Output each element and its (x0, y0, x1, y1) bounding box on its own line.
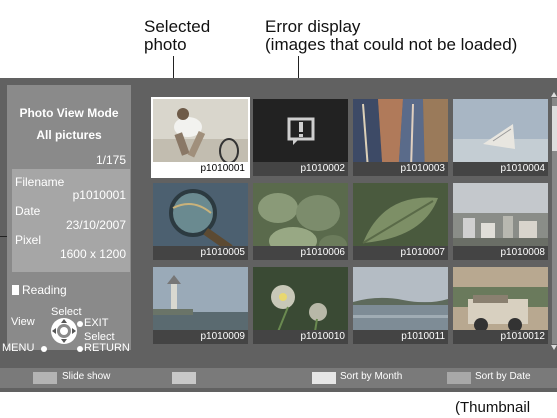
yellow-button-label: Sort by Date (475, 371, 531, 382)
mode-title: Photo View Mode (19, 106, 119, 120)
color-button-bar: Slide show Sort by Month Sort by Date (0, 368, 557, 388)
thumbnail-p1010002[interactable]: p1010002 (253, 99, 348, 176)
thumbnail-label: p1010003 (353, 162, 448, 176)
date-label: Date (15, 204, 41, 218)
thumbnail-p1010001[interactable]: p1010001 (151, 97, 250, 178)
thumbnail-label: p1010001 (153, 162, 248, 176)
return-dot-icon (77, 346, 83, 352)
thumbnail-p1010010[interactable]: p1010010 (253, 267, 348, 344)
red-swatch (172, 372, 196, 384)
thumbnail-p1010012[interactable]: p1010012 (453, 267, 548, 344)
thumbnail-label: p1010011 (353, 330, 448, 344)
blue-button-label: Slide show (62, 371, 111, 382)
thumbnail-label: p1010009 (153, 330, 248, 344)
scroll-down-arrow[interactable] (551, 345, 557, 350)
reading-icon (12, 285, 19, 295)
pixel-value: 1600 x 1200 (59, 247, 126, 261)
scroll-up-arrow[interactable] (551, 92, 557, 97)
photo-info-box: Filename p1010001 Date 23/10/2007 Pixel … (12, 169, 130, 272)
exit-hint: EXIT (84, 317, 109, 329)
photo-counter: 1/175 (95, 153, 126, 167)
return-hint: RETURN (84, 342, 130, 354)
reading-status: Reading (22, 283, 67, 297)
thumbnail-p1010008[interactable]: p1010008 (453, 183, 548, 260)
left-callout-line (0, 236, 7, 237)
info-sidebar: Photo View Mode All pictures 1/175 Filen… (2, 85, 131, 354)
dpad-icon (51, 318, 77, 344)
thumbnail-p1010009[interactable]: p1010009 (153, 267, 248, 344)
green-swatch (312, 372, 336, 384)
thumbnail-label: p1010002 (253, 162, 348, 176)
thumbnail-label: p1010008 (453, 246, 548, 260)
thumbnail-label: p1010005 (153, 246, 248, 260)
thumbnail-label: p1010004 (453, 162, 548, 176)
thumbnail-p1010011[interactable]: p1010011 (353, 267, 448, 344)
yellow-swatch (447, 372, 471, 384)
thumbnail-label: p1010006 (253, 246, 348, 260)
filename-label: Filename (15, 175, 65, 189)
pixel-label: Pixel (15, 233, 42, 247)
menu-hint: MENU (2, 342, 35, 354)
filter-title: All pictures (36, 128, 102, 142)
thumbnail-p1010003[interactable]: p1010003 (353, 99, 448, 176)
thumbnail-label: p1010012 (453, 330, 548, 344)
thumbnail-p1010006[interactable]: p1010006 (253, 183, 348, 260)
thumbnail-p1010004[interactable]: p1010004 (453, 99, 548, 176)
thumbnail-p1010005[interactable]: p1010005 (153, 183, 248, 260)
menu-dot-icon (41, 346, 47, 352)
scrollbar-thumb[interactable] (552, 106, 557, 151)
photo-viewer-screen: Photo View Mode All pictures 1/175 Filen… (0, 78, 557, 392)
green-button-label: Sort by Month (340, 371, 403, 382)
blue-swatch (33, 372, 57, 384)
callout-selected-photo: Selected photo (144, 17, 211, 54)
thumbnail-label: p1010010 (253, 330, 348, 344)
footer-caption: (Thumbnail (455, 399, 531, 416)
filename-value: p1010001 (72, 188, 126, 202)
callout-error-display: Error display (images that could not be … (265, 17, 518, 54)
exit-dot-icon (77, 321, 83, 327)
thumbnail-label: p1010007 (353, 246, 448, 260)
thumbnail-p1010007[interactable]: p1010007 (353, 183, 448, 260)
date-value: 23/10/2007 (65, 218, 126, 232)
view-hint: View (11, 316, 35, 328)
